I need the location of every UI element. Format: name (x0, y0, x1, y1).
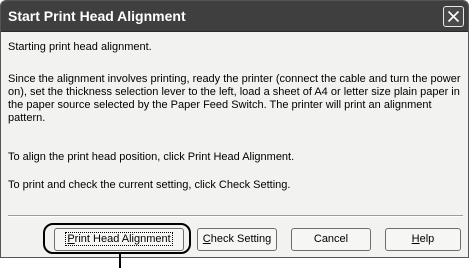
check-setting-button[interactable]: Check Setting (197, 228, 277, 251)
label-rest: heck Setting (210, 233, 272, 245)
cancel-button[interactable]: Cancel (291, 228, 371, 251)
intro-text: Starting print head alignment. (8, 41, 152, 53)
print-head-alignment-button[interactable]: Print Head Alignment (54, 228, 184, 251)
close-button[interactable] (443, 6, 464, 27)
check-hint-text: To print and check the current setting, … (8, 179, 291, 191)
print-head-alignment-label: Print Head Alignment (65, 232, 173, 246)
dialog-title: Start Print Head Alignment (8, 8, 186, 24)
label-rest: rint Head Alignment (74, 233, 171, 245)
button-separator (8, 215, 463, 217)
dialog-window: Start Print Head Alignment Starting prin… (0, 0, 469, 258)
mnemonic-c: C (202, 233, 211, 245)
close-icon (447, 10, 460, 23)
mnemonic-h: H (411, 233, 420, 245)
title-bar[interactable]: Start Print Head Alignment (1, 1, 468, 32)
instructions-text: Since the alignment involves printing, r… (8, 73, 461, 124)
help-button[interactable]: Help (385, 228, 461, 251)
mnemonic-p: P (67, 233, 75, 245)
callout-leader-line (119, 254, 121, 268)
align-hint-text: To align the print head position, click … (8, 151, 295, 163)
label-rest: elp (419, 233, 435, 245)
